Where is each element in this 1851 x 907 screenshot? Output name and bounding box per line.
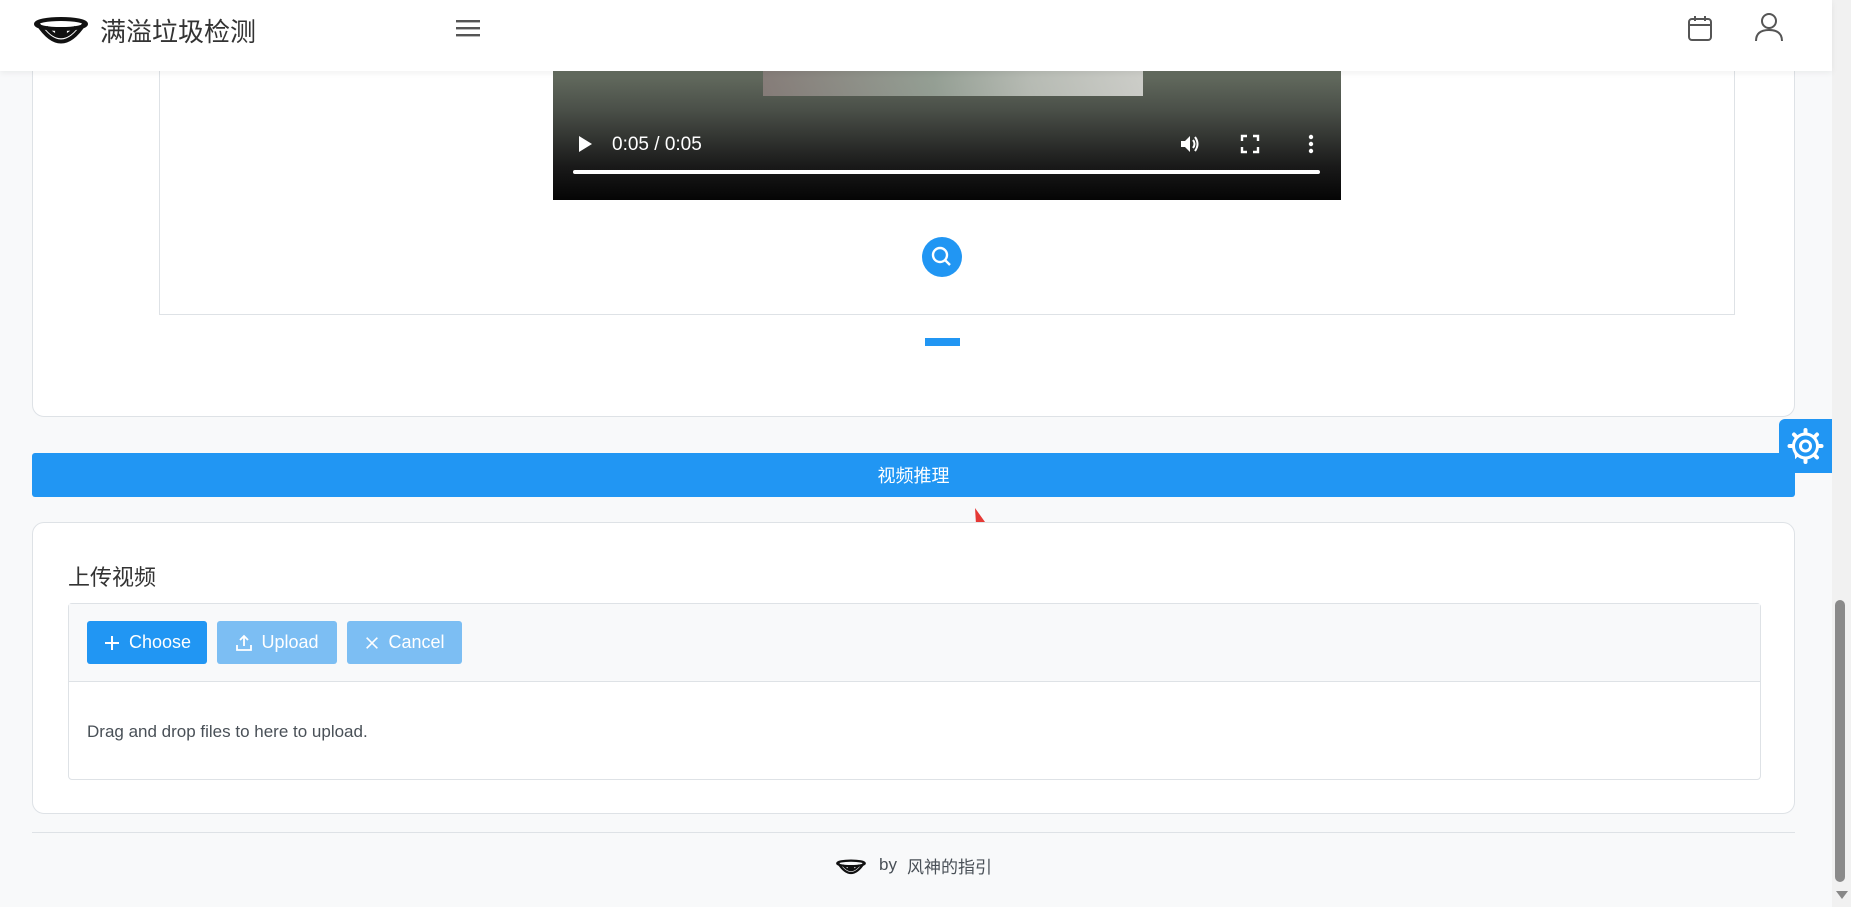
volume-icon[interactable] [1178, 132, 1202, 156]
cancel-label: Cancel [388, 632, 445, 652]
upload-card: 上传视频 Choose Upload Cancel Drag and drop … [32, 522, 1795, 814]
search-icon [931, 246, 951, 266]
drop-zone-hint: Drag and drop files to here to upload. [87, 722, 368, 741]
top-bar: 满溢垃圾检测 [0, 0, 1832, 71]
menu-icon[interactable] [452, 12, 484, 44]
footer: by 风神的指引 [835, 852, 992, 878]
video-player[interactable]: 0:05 / 0:05 [553, 62, 1341, 200]
footer-logo [836, 859, 866, 875]
upload-title: 上传视频 [68, 566, 157, 591]
detect-search-button[interactable] [922, 237, 962, 277]
upload-label: Upload [261, 632, 319, 652]
choose-button[interactable]: Choose [87, 621, 207, 664]
fullscreen-icon[interactable] [1239, 133, 1261, 155]
upload-icon [236, 634, 253, 651]
footer-divider [32, 832, 1795, 833]
video-progress-bar[interactable] [573, 170, 1320, 174]
video-inference-button[interactable]: 视频推理 [32, 453, 1795, 497]
app-logo [34, 17, 88, 44]
video-time: 0:05 / 0:05 [612, 134, 702, 155]
choose-label: Choose [128, 632, 192, 652]
footer-by: by [879, 855, 897, 874]
close-icon [366, 636, 379, 649]
carousel-indicator[interactable] [925, 338, 960, 346]
user-icon[interactable] [1752, 10, 1786, 44]
more-options-icon[interactable] [1299, 132, 1323, 156]
scrollbar-thumb[interactable] [1835, 600, 1845, 882]
file-upload[interactable]: Choose Upload Cancel Drag and drop files… [68, 603, 1761, 780]
app-title: 满溢垃圾检测 [100, 18, 257, 48]
plus-icon [104, 635, 119, 650]
scroll-down-arrow-icon[interactable] [1836, 891, 1848, 899]
play-icon[interactable] [575, 134, 595, 154]
upload-button[interactable]: Upload [217, 621, 337, 664]
file-upload-toolbar: Choose Upload Cancel [69, 604, 1760, 682]
calendar-icon[interactable] [1684, 12, 1716, 44]
cancel-button[interactable]: Cancel [347, 621, 462, 664]
video-controls: 0:05 / 0:05 [553, 124, 1341, 164]
footer-author: 风神的指引 [906, 857, 992, 878]
